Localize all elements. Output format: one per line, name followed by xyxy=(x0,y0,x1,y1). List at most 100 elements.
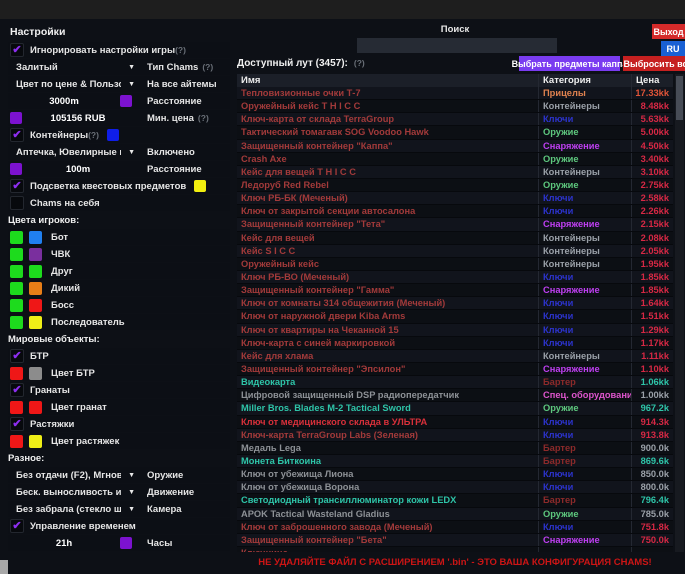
table-row[interactable]: Защищенный контейнер "Гамма"Снаряжение1.… xyxy=(237,284,673,297)
table-row[interactable]: Ключ от медицинского склада в УЛЬТРАКлюч… xyxy=(237,416,673,429)
table-row[interactable]: Ключ от комнаты 314 общежития (Меченый)К… xyxy=(237,297,673,310)
table-row[interactable]: Ключ от закрытой секции автосалонаКлючи2… xyxy=(237,205,673,218)
color-swatch[interactable] xyxy=(120,95,132,107)
table-row[interactable]: Ключ от квартиры на Чеканной 15Ключи1.29… xyxy=(237,324,673,337)
color-swatch-secondary[interactable] xyxy=(29,265,42,278)
table-row[interactable]: Монета БиткоинаБартер869.6k xyxy=(237,455,673,468)
checkbox[interactable] xyxy=(10,196,24,210)
drop-all-button[interactable]: Выбросить все xyxy=(623,56,685,71)
exit-button[interactable]: Выход xyxy=(652,24,685,39)
table-row[interactable]: Защищенный контейнер "Тета"Снаряжение2.1… xyxy=(237,218,673,231)
settings-row[interactable]: Босс xyxy=(8,297,230,313)
settings-row[interactable]: 105156 RUBМин. цена(?) xyxy=(8,110,230,126)
table-row[interactable]: Медаль LegaБартер900.0k xyxy=(237,442,673,455)
column-header-name[interactable]: Имя xyxy=(237,75,538,86)
color-swatch[interactable] xyxy=(194,180,206,192)
table-row[interactable]: Кейс для вещейКонтейнеры2.08kk xyxy=(237,232,673,245)
table-row[interactable]: Ключ РБ-БК (Меченый)Ключи2.58kk xyxy=(237,192,673,205)
settings-row[interactable]: Без отдачи (F2), Мгновенное п▼Оружие xyxy=(8,467,230,483)
scrollbar-thumb[interactable] xyxy=(676,76,683,120)
settings-row[interactable]: Chams на себя xyxy=(8,195,230,211)
checkbox-checked[interactable]: ✔ xyxy=(10,349,24,363)
dropdown[interactable]: Аптечка, Ювелирные и...▼ xyxy=(8,147,141,158)
table-row[interactable]: Кейс для вещей T H I C CКонтейнеры3.10kk xyxy=(237,166,673,179)
table-row[interactable]: Защищенный контейнер "Бета"Снаряжение750… xyxy=(237,534,673,547)
settings-row[interactable]: ✔Игнорировать настройки игры (?) xyxy=(8,42,230,58)
resize-handle[interactable] xyxy=(0,560,8,574)
settings-row[interactable]: Залитый▼Тип Chams(?) xyxy=(8,59,230,75)
color-swatch-primary[interactable] xyxy=(10,435,23,448)
table-row[interactable]: Ключ-карта от склада TerraGroupКлючи5.63… xyxy=(237,113,673,126)
settings-row[interactable]: 100mРасстояние xyxy=(8,161,230,177)
settings-row[interactable]: Без забрала (стекло шлема)▼Камера xyxy=(8,501,230,517)
settings-row[interactable]: 21hЧасы xyxy=(8,535,230,551)
table-row[interactable]: Ключ РБ-ВО (Меченый)Ключи1.85kk xyxy=(237,271,673,284)
checkbox-checked[interactable]: ✔ xyxy=(10,519,24,533)
color-swatch-primary[interactable] xyxy=(10,282,23,295)
table-row[interactable]: Кейс S I C CКонтейнеры2.05kk xyxy=(237,245,673,258)
checkbox-checked[interactable]: ✔ xyxy=(10,43,24,57)
dropdown[interactable]: Залитый▼ xyxy=(8,62,141,73)
settings-row[interactable]: 3000mРасстояние xyxy=(8,93,230,109)
table-row[interactable]: Тактический томагавк SOG Voodoo HawkОруж… xyxy=(237,126,673,139)
dropdown[interactable]: Без отдачи (F2), Мгновенное п▼ xyxy=(8,470,141,481)
color-swatch[interactable] xyxy=(107,129,119,141)
settings-row[interactable]: ✔Гранаты xyxy=(8,382,230,398)
settings-row[interactable]: Беск. выносливость и нет уста▼Движение xyxy=(8,484,230,500)
select-kappa-items-button[interactable]: Выбрать предметы каппа xyxy=(519,56,620,71)
table-row[interactable]: Ключ-карта TerraGroup Labs (Зеленая)Ключ… xyxy=(237,429,673,442)
settings-row[interactable]: ✔Растяжки xyxy=(8,416,230,432)
color-swatch-primary[interactable] xyxy=(10,231,23,244)
color-swatch-secondary[interactable] xyxy=(29,367,42,380)
table-row[interactable]: Crash AxeОружие3.40kk xyxy=(237,153,673,166)
table-row[interactable]: Кейс для хламаКонтейнеры1.11kk xyxy=(237,350,673,363)
checkbox-checked[interactable]: ✔ xyxy=(10,128,24,142)
table-row[interactable]: Ледоруб Red RebelОружие2.75kk xyxy=(237,179,673,192)
settings-row[interactable]: Цвет растяжек xyxy=(8,433,230,449)
checkbox-checked[interactable]: ✔ xyxy=(10,417,24,431)
table-row[interactable]: APOK Tactical Wasteland GladiusОружие785… xyxy=(237,508,673,521)
language-button[interactable]: RU xyxy=(661,41,685,56)
dropdown[interactable]: Цвет по цене & Пользователь▼ xyxy=(8,79,141,90)
table-row[interactable]: Защищенный контейнер "Эпсилон"Снаряжение… xyxy=(237,363,673,376)
table-row[interactable]: Miller Bros. Blades M-2 Tactical SwordОр… xyxy=(237,402,673,415)
table-row[interactable]: Ключ от убежища ВоронаКлючи800.0k xyxy=(237,481,673,494)
color-swatch-secondary[interactable] xyxy=(29,299,42,312)
settings-row[interactable]: Бот xyxy=(8,229,230,245)
settings-row[interactable]: Последователь xyxy=(8,314,230,330)
value-input[interactable]: 105156 RUB xyxy=(22,113,134,124)
color-swatch-primary[interactable] xyxy=(10,401,23,414)
color-swatch-primary[interactable] xyxy=(10,367,23,380)
color-swatch-primary[interactable] xyxy=(10,316,23,329)
table-row[interactable]: ВидеокартаБартер1.06kk xyxy=(237,376,673,389)
color-swatch-secondary[interactable] xyxy=(29,401,42,414)
color-swatch-secondary[interactable] xyxy=(29,231,42,244)
value-input[interactable]: 21h xyxy=(8,538,120,549)
settings-row[interactable]: ЧВК xyxy=(8,246,230,262)
table-row[interactable]: Защищенный контейнер "Каппа"Снаряжение4.… xyxy=(237,140,673,153)
settings-row[interactable]: Цвет БТР xyxy=(8,365,230,381)
checkbox-checked[interactable]: ✔ xyxy=(10,383,24,397)
column-header-category[interactable]: Категория xyxy=(538,74,631,87)
table-row[interactable]: Оружейный кейсКонтейнеры1.95kk xyxy=(237,258,673,271)
table-row[interactable]: Оружейный кейс T H I C CКонтейнеры8.48kk xyxy=(237,100,673,113)
settings-row[interactable]: Дикий xyxy=(8,280,230,296)
settings-row[interactable]: ✔Контейнеры (?) xyxy=(8,127,230,143)
settings-row[interactable]: Аптечка, Ювелирные и...▼Включено xyxy=(8,144,230,160)
color-swatch-secondary[interactable] xyxy=(29,435,42,448)
color-swatch[interactable] xyxy=(10,163,22,175)
value-input[interactable]: 100m xyxy=(22,164,134,175)
color-swatch-primary[interactable] xyxy=(10,299,23,312)
table-row[interactable]: Цифровой защищенный DSP радиопередатчикС… xyxy=(237,389,673,402)
settings-row[interactable]: Цвет по цене & Пользователь▼На все айтем… xyxy=(8,76,230,92)
color-swatch-secondary[interactable] xyxy=(29,316,42,329)
table-row[interactable]: Ключ от наружной двери Kiba ArmsКлючи1.5… xyxy=(237,310,673,323)
table-row[interactable]: Ключ от заброшенного завода (Меченый)Клю… xyxy=(237,521,673,534)
table-row[interactable]: Ключ-карта с синей маркировкойКлючи1.17k… xyxy=(237,337,673,350)
settings-row[interactable]: ✔Подсветка квестовых предметов xyxy=(8,178,230,194)
checkbox-checked[interactable]: ✔ xyxy=(10,179,24,193)
settings-row[interactable]: Друг xyxy=(8,263,230,279)
color-swatch-secondary[interactable] xyxy=(29,282,42,295)
color-swatch[interactable] xyxy=(120,537,132,549)
color-swatch[interactable] xyxy=(10,112,22,124)
